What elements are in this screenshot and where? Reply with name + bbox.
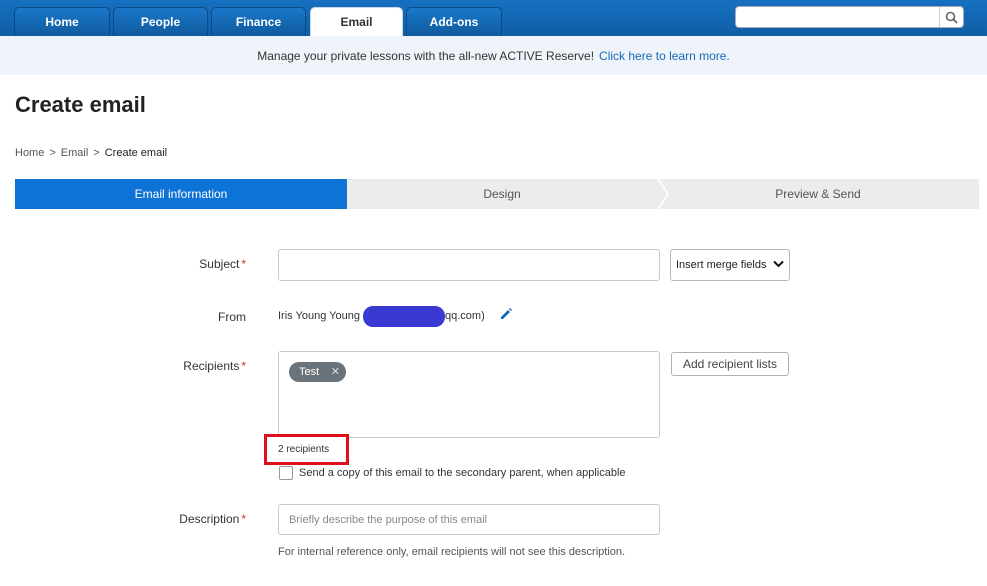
subject-input[interactable] — [278, 249, 660, 281]
recipients-label: Recipients * — [183, 359, 246, 373]
top-navigation: Home People Finance Email Add-ons — [0, 0, 987, 36]
chevron-down-icon — [773, 260, 784, 268]
tab-email[interactable]: Email — [310, 7, 403, 36]
description-input[interactable]: Briefly describe the purpose of this ema… — [278, 504, 660, 535]
step-email-information[interactable]: Email information — [15, 179, 357, 209]
merge-fields-select[interactable]: Insert merge fields — [670, 249, 790, 281]
pencil-icon[interactable] — [499, 307, 513, 321]
required-mark: * — [241, 359, 246, 373]
breadcrumb-current: Create email — [104, 147, 168, 159]
banner-text: Manage your private lessons with the all… — [257, 48, 595, 63]
subject-label: Subject * — [199, 257, 246, 271]
required-mark: * — [241, 257, 246, 271]
merge-fields-value: Insert merge fields — [676, 259, 767, 271]
breadcrumb: Home > Email > Create email — [15, 147, 167, 159]
recipient-count-text: 2 recipients — [278, 444, 330, 455]
search-input[interactable] — [735, 6, 964, 28]
tab-home[interactable]: Home — [14, 7, 110, 36]
step-label: Design — [483, 187, 521, 201]
from-name: Iris Young Young — [278, 310, 360, 322]
search-button[interactable] — [939, 7, 963, 27]
tab-people[interactable]: People — [113, 7, 208, 36]
tab-finance[interactable]: Finance — [211, 7, 306, 36]
breadcrumb-email[interactable]: Email — [61, 147, 89, 159]
recipient-chip-label: Test — [299, 366, 320, 378]
announcement-banner: Manage your private lessons with the all… — [0, 36, 987, 75]
close-icon[interactable]: ✕ — [331, 365, 340, 378]
breadcrumb-separator: > — [49, 147, 56, 159]
required-mark: * — [241, 512, 246, 526]
description-label: Description * — [179, 512, 246, 526]
redacted-email — [363, 306, 445, 327]
from-email-suffix: qq.com) — [445, 310, 485, 322]
recipient-count: 2 recipients — [264, 434, 349, 465]
description-placeholder: Briefly describe the purpose of this ema… — [289, 513, 488, 526]
step-label: Preview & Send — [775, 187, 861, 201]
secondary-parent-label: Send a copy of this email to the seconda… — [299, 467, 626, 479]
page-title: Create email — [15, 92, 146, 117]
step-label: Email information — [134, 187, 228, 201]
step-preview-send[interactable]: Preview & Send — [657, 179, 979, 209]
breadcrumb-separator: > — [93, 147, 100, 159]
tab-add-ons[interactable]: Add-ons — [406, 7, 502, 36]
from-label: From — [218, 310, 246, 324]
secondary-parent-checkbox[interactable] — [279, 466, 293, 480]
description-hint: For internal reference only, email recip… — [278, 546, 626, 558]
search-icon — [945, 11, 958, 24]
banner-link[interactable]: Click here to learn more. — [599, 49, 730, 63]
breadcrumb-home[interactable]: Home — [15, 147, 44, 159]
step-design[interactable]: Design — [347, 179, 667, 209]
recipient-chip: Test ✕ — [289, 362, 346, 382]
wizard-steps: Email information Design Preview & Send — [15, 179, 979, 209]
add-recipient-lists-button[interactable]: Add recipient lists — [671, 352, 789, 376]
